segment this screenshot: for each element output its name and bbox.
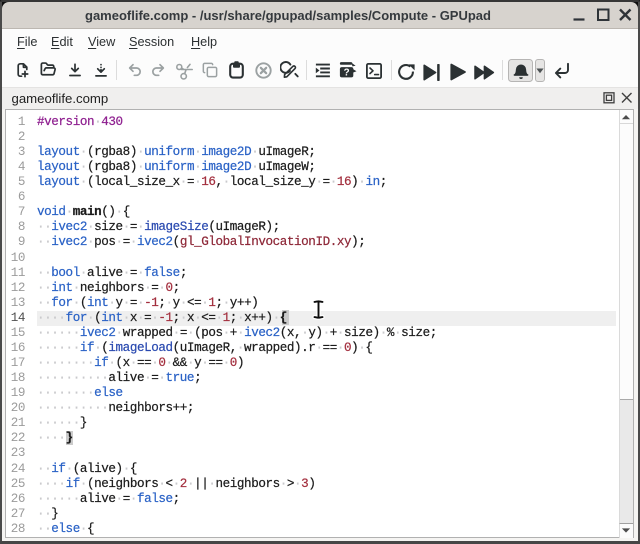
svg-text:?: ? [344, 67, 350, 78]
